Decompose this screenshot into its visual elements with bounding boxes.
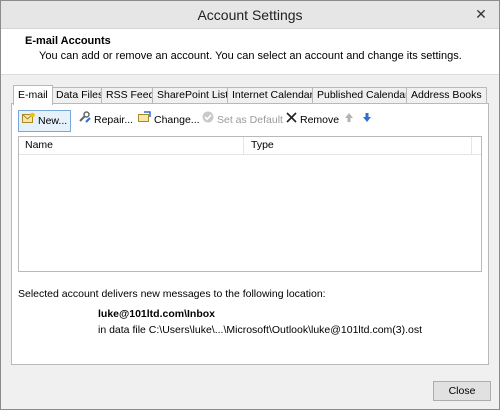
repair-button-label: Repair... [94, 114, 134, 127]
change-button-label: Change... [154, 114, 200, 127]
tab-address-books[interactable]: Address Books [406, 87, 487, 104]
move-down-button[interactable] [360, 110, 375, 132]
tab-sharepoint-lists[interactable]: SharePoint Lists [152, 87, 239, 104]
close-button[interactable]: Close [433, 381, 491, 401]
checkmark-icon [202, 110, 214, 130]
arrow-down-icon [362, 110, 372, 130]
set-as-default-label: Set as Default [217, 114, 283, 127]
remove-button[interactable]: Remove [284, 110, 339, 132]
accounts-list[interactable]: Name Type [18, 136, 482, 272]
repair-icon [78, 110, 91, 130]
header-section: E-mail Accounts You can add or remove an… [1, 29, 499, 75]
set-as-default-button[interactable]: Set as Default [200, 110, 283, 132]
tab-email[interactable]: E-mail [13, 85, 53, 105]
header-title: E-mail Accounts [25, 35, 111, 47]
move-up-button[interactable] [342, 110, 357, 132]
change-button[interactable]: Change... [136, 110, 200, 132]
delivery-data-file: in data file C:\Users\luke\...\Microsoft… [98, 324, 423, 336]
window-title: Account Settings [197, 7, 303, 23]
tab-internet-calendars[interactable]: Internet Calendars [227, 87, 324, 104]
header-subtitle: You can add or remove an account. You ca… [39, 50, 462, 62]
remove-x-icon [286, 110, 297, 130]
column-divider-end [471, 137, 472, 154]
column-header-type[interactable]: Type [251, 139, 274, 151]
repair-button[interactable]: Repair... [76, 110, 133, 132]
new-button-label: New... [38, 115, 68, 128]
column-header-name[interactable]: Name [25, 139, 53, 151]
column-divider [243, 137, 244, 154]
account-settings-window: Account Settings ✕ E-mail Accounts You c… [0, 0, 500, 410]
email-tab-panel: New... Repair... Change... Set as Defaul… [11, 103, 489, 365]
title-bar: Account Settings ✕ [1, 1, 499, 29]
arrow-up-icon [344, 110, 354, 130]
delivery-description: Selected account delivers new messages t… [18, 288, 326, 300]
remove-button-label: Remove [300, 114, 340, 127]
delivery-location: luke@101ltd.com\Inbox [98, 308, 216, 320]
change-icon [138, 110, 151, 130]
close-icon[interactable]: ✕ [473, 7, 489, 23]
new-button[interactable]: New... [18, 110, 72, 132]
account-toolbar: New... Repair... Change... Set as Defaul… [18, 110, 478, 132]
new-account-icon [22, 111, 35, 131]
tab-published-calendars[interactable]: Published Calendars [312, 87, 419, 104]
list-header: Name Type [19, 137, 481, 155]
tab-data-files[interactable]: Data Files [51, 87, 109, 104]
